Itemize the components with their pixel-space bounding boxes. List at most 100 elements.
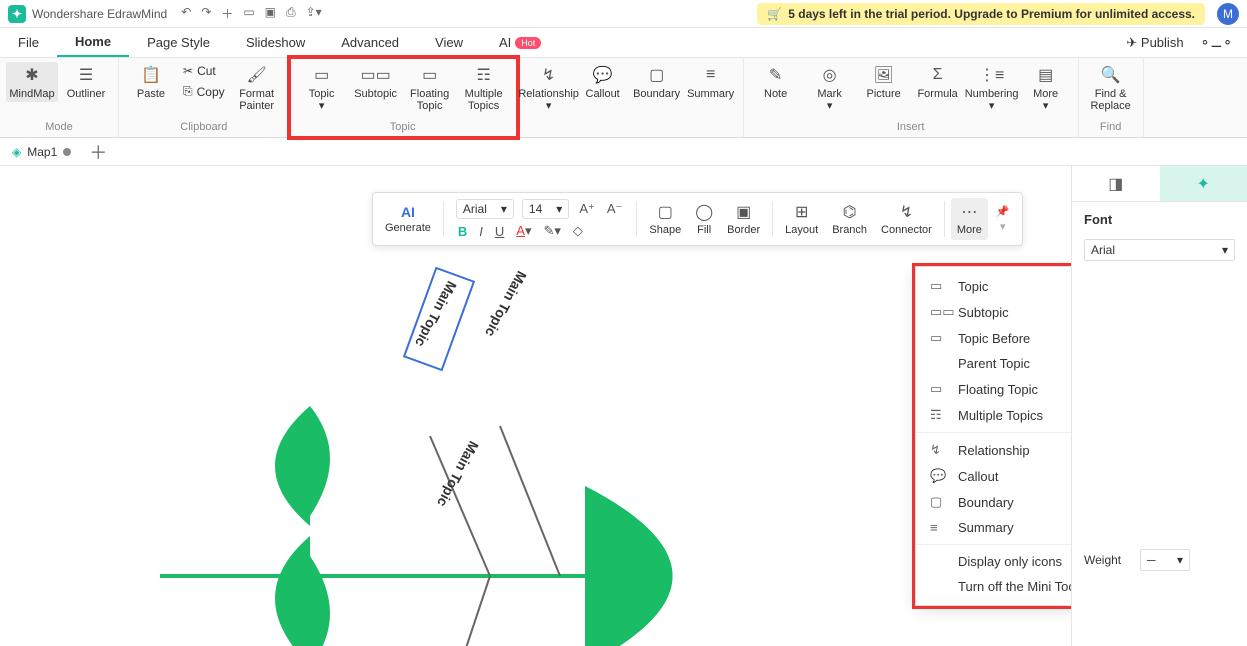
floating-l2: Topic [417,100,443,112]
weight-select[interactable]: ─▾ [1140,549,1190,571]
font-size-value: 14 [529,202,542,216]
group-insert: ✎Note ◎Mark▾ 🖼Picture ΣFormula ⋮≡Numberi… [744,58,1079,137]
trial-banner[interactable]: 🛒 5 days left in the trial period. Upgra… [757,3,1205,25]
note-button[interactable]: ✎Note [750,62,802,102]
user-avatar[interactable]: M [1217,3,1239,25]
layout-button[interactable]: ⊞Layout [779,200,824,238]
mindmap-button[interactable]: ✱ MindMap [6,62,58,102]
ai-panel-tab[interactable]: ✦ [1160,166,1247,201]
multiple-topics-button[interactable]: ☶ MultipleTopics [458,62,510,114]
cm-floating[interactable]: ▭Floating TopicAlt+F [916,376,1071,402]
mini-more-button[interactable]: ⋯More [951,198,988,240]
find-icon: 🔍 [1100,64,1122,86]
italic-button[interactable]: I [477,224,485,239]
weight-label: Weight [1084,553,1134,567]
tab-ai[interactable]: AI Hot [481,28,559,57]
tab-home[interactable]: Home [57,28,129,57]
cm-display-icons[interactable]: Display only icons [916,549,1071,574]
cm-subtopic[interactable]: ▭▭SubtopicTab, Ins, Ctrl+Enter [916,299,1071,325]
chevron-icon: ▾ [1000,220,1006,233]
add-tab-button[interactable]: ＋ [85,139,111,165]
copy-button[interactable]: ⎘Copy [179,82,229,101]
shape-button[interactable]: ▢Shape [643,200,687,238]
topic-button[interactable]: ▭ Topic▾ [296,62,348,114]
tab-slideshow[interactable]: Slideshow [228,28,323,57]
floating-topic-button[interactable]: ▭ FloatingTopic [404,62,456,114]
font-family-select[interactable]: Arial▾ [456,199,514,219]
mark-button[interactable]: ◎Mark▾ [804,62,856,114]
clear-format-button[interactable]: ◇ [571,223,585,239]
boundary-button[interactable]: ▢ Boundary [631,62,683,102]
cm-multiple[interactable]: ☶Multiple TopicsCtrl+M [916,402,1071,428]
format-painter-button[interactable]: 🖌 FormatPainter [231,62,283,114]
new-icon[interactable]: ＋ [221,5,233,22]
connector-button[interactable]: ↯Connector [875,200,938,238]
callout-button[interactable]: 💬 Callout [577,62,629,102]
picture-button[interactable]: 🖼Picture [858,62,910,102]
font-size-select[interactable]: 14▾ [522,199,569,219]
cm-summary[interactable]: ≡SummaryCtrl+] [916,515,1071,540]
cm-turn-off[interactable]: Turn off the Mini Toolbar [916,574,1071,599]
more-icon: ⋯ [961,202,977,222]
canvas[interactable]: Main Idea Main Topic Main Topic Main Top… [0,166,1071,646]
tab-file[interactable]: File [0,28,57,57]
document-tab[interactable]: ◈ Map1 [6,141,77,163]
redo-icon[interactable]: ↷ [201,5,211,22]
outliner-label: Outliner [67,88,106,100]
save-icon[interactable]: ▣ [265,5,276,22]
main-idea-node[interactable]: Main Idea [353,393,444,416]
cut-label: Cut [197,64,216,78]
relationship-button[interactable]: ↯ Relationship▾ [523,62,575,114]
open-icon[interactable]: ▭ [243,5,254,22]
print-icon[interactable]: ⎙ [286,5,296,22]
pin-button[interactable]: 📌▾ [990,203,1016,235]
cm-topic[interactable]: ▭TopicEnter [916,273,1071,299]
quick-access-toolbar: ↶ ↷ ＋ ▭ ▣ ⎙ ⇪▾ [181,5,322,22]
font-controls: Arial▾ 14▾ A⁺ A⁻ B I U A▾ ✎▾ ◇ [450,197,631,241]
ai-label: AI [499,35,511,50]
formula-icon: Σ [927,64,949,86]
tab-view[interactable]: View [417,28,481,57]
border-button[interactable]: ▣Border [721,200,766,238]
paste-icon: 📋 [140,64,162,86]
outliner-button[interactable]: ☰ Outliner [60,62,112,102]
chevron-down-icon: ▾ [501,202,507,216]
find-replace-button[interactable]: 🔍 Find &Replace [1085,62,1137,114]
formula-button[interactable]: ΣFormula [912,62,964,102]
highlight-button[interactable]: ✎▾ [541,223,562,239]
branch-label-2[interactable]: Main Topic [482,268,530,339]
more-insert-button[interactable]: ▤More▾ [1020,62,1072,114]
style-tab[interactable]: ◨ [1072,166,1160,201]
branch-button[interactable]: ⌬Branch [826,200,873,238]
paste-button[interactable]: 📋 Paste [125,62,177,102]
publish-button[interactable]: ✈ Publish [1126,35,1183,51]
cm-callout[interactable]: 💬CalloutAlt+Enter [916,463,1071,489]
relationship-label: Relationship [518,88,579,100]
subtopic-button[interactable]: ▭▭ Subtopic [350,62,402,102]
share-icon[interactable]: ⚬⚊⚬ [1200,35,1233,51]
summary-button[interactable]: ≡ Summary [685,62,737,102]
cm-parenttopic[interactable]: Parent TopicShift+Ins [916,351,1071,376]
more-insert-icon: ▤ [1035,64,1057,86]
numbering-button[interactable]: ⋮≡Numbering▾ [966,62,1018,114]
cm-relationship[interactable]: ↯RelationshipCtrl+R [916,437,1071,463]
tab-advanced[interactable]: Advanced [323,28,417,57]
cm-boundary[interactable]: ▢BoundaryCtrl+Shift+B [916,489,1071,515]
cut-button[interactable]: ✂Cut [179,62,229,80]
bold-button[interactable]: B [456,224,469,239]
tab-pagestyle[interactable]: Page Style [129,28,228,57]
cart-icon: 🛒 [767,7,782,21]
fill-button[interactable]: ◯Fill [689,200,719,238]
panel-font-select[interactable]: Arial▾ [1084,239,1235,261]
font-color-button[interactable]: A▾ [514,223,533,239]
increase-font-button[interactable]: A⁺ [577,201,597,217]
undo-icon[interactable]: ↶ [181,5,191,22]
border-label: Border [727,224,760,236]
cm-topicbefore[interactable]: ▭Topic BeforeShift+Enter [916,325,1071,351]
group-mode-label: Mode [6,119,112,137]
decrease-font-button[interactable]: A⁻ [605,201,625,217]
export-icon[interactable]: ⇪▾ [306,5,322,22]
underline-button[interactable]: U [493,224,506,239]
shape-label: Shape [649,224,681,236]
ai-generate-button[interactable]: AI Generate [379,202,437,236]
